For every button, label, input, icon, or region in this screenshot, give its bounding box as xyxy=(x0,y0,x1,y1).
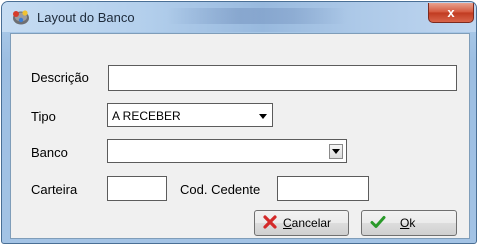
window-title: Layout do Banco xyxy=(37,10,135,25)
chevron-down-icon[interactable] xyxy=(329,144,343,159)
carteira-label: Carteira xyxy=(31,182,78,197)
red-x-icon xyxy=(263,214,277,232)
close-button[interactable]: x xyxy=(428,3,474,23)
cancel-button[interactable]: Cancelar xyxy=(254,210,349,236)
form-panel: Descrição Tipo A RECEBER Banco Carteira … xyxy=(10,33,470,239)
banco-label: Banco xyxy=(31,145,68,160)
app-icon xyxy=(11,8,31,26)
banco-select[interactable] xyxy=(107,139,347,163)
tipo-select[interactable]: A RECEBER xyxy=(107,103,273,127)
dialog-window: Layout do Banco x Descrição Tipo A RECEB… xyxy=(1,1,477,244)
chevron-down-icon[interactable] xyxy=(257,109,269,123)
tipo-select-value: A RECEBER xyxy=(112,109,181,123)
ok-button[interactable]: Ok xyxy=(361,210,457,236)
tipo-label: Tipo xyxy=(31,109,56,124)
close-icon: x xyxy=(447,5,455,20)
carteira-input[interactable] xyxy=(107,176,167,201)
cod-cedente-input[interactable] xyxy=(277,176,369,201)
descricao-input[interactable] xyxy=(108,65,457,91)
cancel-button-label: Cancelar xyxy=(283,216,332,230)
descricao-label: Descrição xyxy=(31,70,89,85)
cod-cedente-label: Cod. Cedente xyxy=(180,182,261,197)
green-check-icon xyxy=(370,215,386,232)
title-bar[interactable]: Layout do Banco x xyxy=(2,2,476,32)
blurred-title-region xyxy=(167,8,347,24)
ok-button-label: Ok xyxy=(400,216,416,230)
